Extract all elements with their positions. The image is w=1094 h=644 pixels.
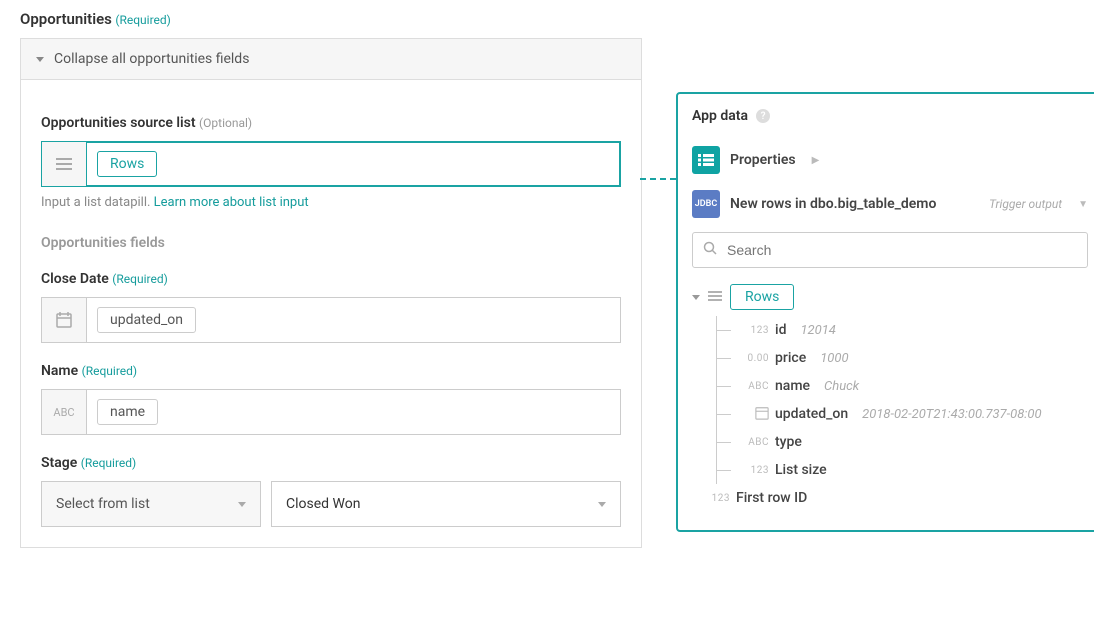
app-data-title: App data <box>692 108 748 124</box>
data-tree: Rows 123 id 12014 0.00 price 1000 ABC name Chuck… <box>692 278 1088 512</box>
tree-connector <box>716 428 741 456</box>
source-list-hint: Input a list datapill. Learn more about … <box>41 195 621 210</box>
text-icon: ABC <box>42 390 87 434</box>
tree-item-name: id <box>775 322 786 338</box>
required-badge: (Required) <box>115 13 170 27</box>
search-icon <box>703 241 717 259</box>
name-pill[interactable]: name <box>97 399 158 425</box>
jdbc-icon: JDBC <box>692 190 720 218</box>
tree-item-name: type <box>775 434 802 450</box>
tree-item[interactable]: ABC name Chuck <box>692 372 1088 400</box>
close-date-pill[interactable]: updated_on <box>97 307 196 333</box>
source-list-label-row: Opportunities source list (Optional) <box>41 115 621 131</box>
rows-pill[interactable]: Rows <box>730 284 794 310</box>
list-icon-svg <box>56 158 72 170</box>
type-icon: 123 <box>741 465 769 476</box>
type-icon: 0.00 <box>741 353 769 364</box>
tree-item-value: Chuck <box>824 379 859 394</box>
number-type-icon: 123 <box>702 493 730 504</box>
chevron-down-icon <box>598 502 606 507</box>
tree-connector <box>716 400 741 428</box>
type-icon: 123 <box>741 325 769 336</box>
source-list-pill[interactable]: Rows <box>97 151 157 177</box>
stage-value-select[interactable]: Closed Won <box>271 481 621 527</box>
chevron-down-icon <box>692 295 700 300</box>
stage-mode-value: Select from list <box>56 496 150 512</box>
help-icon[interactable]: ? <box>756 109 770 123</box>
stage-mode-select[interactable]: Select from list <box>41 481 261 527</box>
tree-item[interactable]: 123 id 12014 <box>692 316 1088 344</box>
tree-item-value: 12014 <box>800 323 835 338</box>
name-label: Name <box>41 363 78 379</box>
stage-value: Closed Won <box>286 496 360 512</box>
app-data-title-row: App data ? <box>692 108 1088 124</box>
jdbc-sub: Trigger output <box>989 197 1062 211</box>
tree-item-value: 1000 <box>820 351 848 366</box>
section-title: Opportunities <box>20 10 112 28</box>
search-input[interactable] <box>725 241 1077 259</box>
chevron-down-icon <box>36 57 44 62</box>
fields-group-label: Opportunities fields <box>41 235 621 251</box>
search-box[interactable] <box>692 232 1088 268</box>
calendar-icon <box>42 298 87 342</box>
tree-item-name: name <box>775 378 810 394</box>
required-badge: (Required) <box>112 272 167 286</box>
tree-connector <box>716 344 741 372</box>
collapse-all-toggle[interactable]: Collapse all opportunities fields <box>21 39 641 80</box>
jdbc-trigger-row[interactable]: JDBC New rows in dbo.big_table_demo Trig… <box>692 182 1088 226</box>
properties-label: Properties <box>730 152 796 168</box>
required-badge: (Required) <box>81 456 136 470</box>
first-row-id-label: First row ID <box>736 490 807 506</box>
name-label-row: Name (Required) <box>41 363 621 379</box>
opportunities-panel: Collapse all opportunities fields Opport… <box>20 38 642 548</box>
section-header: Opportunities (Required) <box>20 10 1074 28</box>
app-data-panel: App data ? Properties ▶ JDBC New rows in… <box>676 92 1094 532</box>
collapse-label: Collapse all opportunities fields <box>54 51 249 67</box>
connector-line <box>640 178 676 180</box>
tree-item-name: price <box>775 350 806 366</box>
list-icon <box>708 289 722 305</box>
tree-connector <box>716 456 741 484</box>
tree-connector <box>716 316 741 344</box>
chevron-down-icon <box>238 502 246 507</box>
properties-icon <box>692 146 720 174</box>
tree-item[interactable]: 123 List size <box>692 456 1088 484</box>
learn-more-link[interactable]: Learn more about list input <box>154 195 309 210</box>
tree-item-name: updated_on <box>775 406 848 422</box>
source-list-label: Opportunities source list <box>41 115 196 131</box>
properties-row[interactable]: Properties ▶ <box>692 138 1088 182</box>
chevron-right-icon: ▶ <box>812 155 820 166</box>
stage-label: Stage <box>41 455 77 471</box>
name-input[interactable]: ABC name <box>41 389 621 435</box>
stage-label-row: Stage (Required) <box>41 455 621 471</box>
rows-node[interactable]: Rows <box>692 278 1088 316</box>
type-icon: ABC <box>741 381 769 392</box>
source-list-input[interactable]: Rows <box>41 141 621 187</box>
tree-connector <box>716 372 741 400</box>
close-date-label: Close Date <box>41 271 109 287</box>
first-row-id-node[interactable]: 123 First row ID <box>692 484 1088 512</box>
datetime-type-icon <box>741 406 769 423</box>
close-date-label-row: Close Date (Required) <box>41 271 621 287</box>
tree-item[interactable]: ABC type <box>692 428 1088 456</box>
chevron-down-icon: ▼ <box>1078 199 1088 210</box>
required-badge: (Required) <box>82 364 137 378</box>
tree-item-value: 2018-02-20T21:43:00.737-08:00 <box>862 407 1041 422</box>
jdbc-label: New rows in dbo.big_table_demo <box>730 196 936 212</box>
tree-item[interactable]: updated_on 2018-02-20T21:43:00.737-08:00 <box>692 400 1088 428</box>
tree-item-name: List size <box>775 462 827 478</box>
type-icon: ABC <box>741 437 769 448</box>
optional-badge: (Optional) <box>199 116 252 130</box>
tree-item[interactable]: 0.00 price 1000 <box>692 344 1088 372</box>
close-date-input[interactable]: updated_on <box>41 297 621 343</box>
list-icon <box>42 142 87 186</box>
